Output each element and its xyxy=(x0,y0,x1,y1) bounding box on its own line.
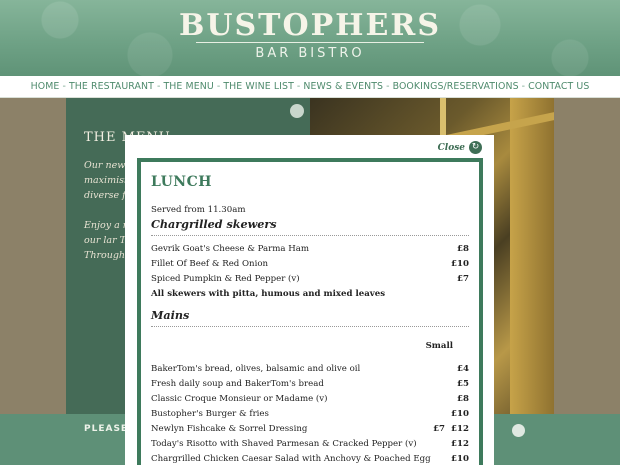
item-price-small: £7 xyxy=(433,424,446,434)
item-price: £10 xyxy=(451,454,469,464)
item-price: £8 xyxy=(457,244,469,254)
item-price: £4 xyxy=(457,364,469,374)
item-price: £10 xyxy=(451,409,469,419)
brand-subtitle: BAR BISTRO xyxy=(255,46,365,61)
close-label[interactable]: Close xyxy=(438,143,465,153)
list-item: Classic Croque Monsieur or Madame (v) £8 xyxy=(151,392,469,407)
nav-item-contact[interactable]: CONTACT US xyxy=(528,81,589,92)
item-price: £8 xyxy=(457,394,469,404)
nav-separator: - xyxy=(156,81,161,92)
item-name: Newlyn Fishcake & Sorrel Dressing xyxy=(151,424,308,434)
nav-item-bookings[interactable]: BOOKINGS/RESERVATIONS xyxy=(393,81,519,92)
item-name: Fresh daily soup and BakerTom's bread xyxy=(151,379,324,389)
list-item: Fresh daily soup and BakerTom's bread £5 xyxy=(151,377,469,392)
section-title: Chargrilled skewers xyxy=(151,217,469,236)
list-item: BakerTom's bread, olives, balsamic and o… xyxy=(151,362,469,377)
main-nav: HOME - THE RESTAURANT - THE MENU - THE W… xyxy=(0,76,620,98)
item-price: £5 xyxy=(457,379,469,389)
list-item: Fillet Of Beef & Red Onion £10 xyxy=(151,257,469,272)
mains-list: BakerTom's bread, olives, balsamic and o… xyxy=(151,362,469,465)
list-item: Newlyn Fishcake & Sorrel Dressing £7 £12 xyxy=(151,422,469,437)
list-item: Spiced Pumpkin & Red Pepper (v) £7 xyxy=(151,272,469,287)
footer-text: PLEASE xyxy=(84,424,129,434)
section-title: Mains xyxy=(151,308,469,327)
close-button[interactable]: Close ↻ xyxy=(438,141,482,154)
item-name: Bustopher's Burger & fries xyxy=(151,409,269,419)
nav-item-home[interactable]: HOME xyxy=(31,81,60,92)
item-price: £12 xyxy=(451,439,469,449)
nav-item-news-events[interactable]: NEWS & EVENTS xyxy=(303,81,383,92)
skewers-list: Gevrik Goat's Cheese & Parma Ham £8 Fill… xyxy=(151,242,469,302)
lunch-menu-modal: Close ↻ LUNCH Served from 11.30am Chargr… xyxy=(125,135,494,465)
item-name: Chargrilled Chicken Caesar Salad with An… xyxy=(151,454,431,464)
item-name: BakerTom's bread, olives, balsamic and o… xyxy=(151,364,361,374)
list-item: Gevrik Goat's Cheese & Parma Ham £8 xyxy=(151,242,469,257)
list-item: Bustopher's Burger & fries £10 xyxy=(151,407,469,422)
item-price: £10 xyxy=(451,259,469,269)
left-panel xyxy=(0,98,66,414)
nav-separator: - xyxy=(521,81,526,92)
item-name: Spiced Pumpkin & Red Pepper (v) xyxy=(151,274,300,284)
nav-separator: - xyxy=(62,81,66,92)
nav-item-menu[interactable]: THE MENU xyxy=(163,81,213,92)
item-name: Today's Risotto with Shaved Parmesan & C… xyxy=(151,439,417,449)
served-time: Served from 11.30am xyxy=(151,205,246,215)
item-name: Gevrik Goat's Cheese & Parma Ham xyxy=(151,244,310,254)
site-header: BUSTOPHERS BAR BISTRO xyxy=(0,0,620,76)
nav-separator: - xyxy=(386,81,390,92)
close-icon[interactable]: ↻ xyxy=(469,141,482,154)
brand-logo[interactable]: BUSTOPHERS xyxy=(0,8,620,43)
skewers-note: All skewers with pitta, humous and mixed… xyxy=(151,289,386,299)
arrow-icon[interactable] xyxy=(290,104,304,118)
nav-item-wine-list[interactable]: THE WINE LIST xyxy=(223,81,294,92)
nav-separator: - xyxy=(216,81,221,92)
menu-content: LUNCH Served from 11.30am Chargrilled sk… xyxy=(137,158,483,465)
nav-item-restaurant[interactable]: THE RESTAURANT xyxy=(69,81,154,92)
menu-heading: LUNCH xyxy=(151,174,212,190)
list-item: Today's Risotto with Shaved Parmesan & C… xyxy=(151,437,469,452)
list-item: Chargrilled Chicken Caesar Salad with An… xyxy=(151,452,469,465)
item-prices: £7 £12 xyxy=(433,422,469,437)
arrow-icon[interactable] xyxy=(512,424,525,437)
right-panel xyxy=(554,98,620,414)
item-name: Fillet Of Beef & Red Onion xyxy=(151,259,269,269)
brand-divider xyxy=(196,42,424,43)
nav-separator: - xyxy=(296,81,301,92)
item-name: Classic Croque Monsieur or Madame (v) xyxy=(151,394,328,404)
column-header-small: Small xyxy=(425,341,453,351)
item-price: £7 xyxy=(457,274,469,284)
item-price: £12 xyxy=(451,424,469,434)
